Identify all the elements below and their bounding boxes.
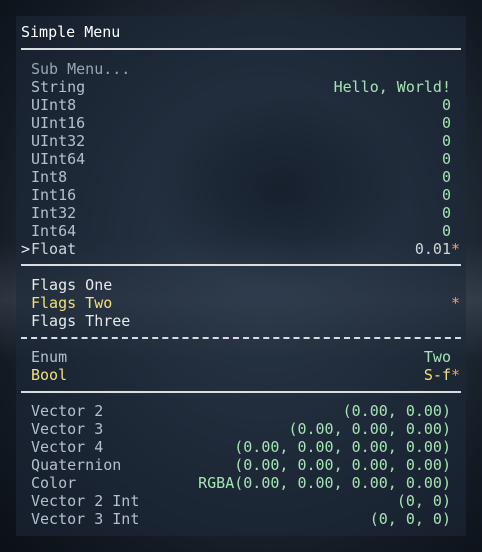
menu-item-value: 0 — [441, 132, 451, 150]
menu-item-enum[interactable]: Enum Two — [21, 348, 461, 366]
menu-item-label: Float — [31, 240, 77, 258]
menu-item-label: Flags One — [31, 276, 113, 294]
menu-item-value: 0 — [441, 150, 451, 168]
menu-item-label: Enum — [31, 348, 68, 366]
menu-item-vector-3-int[interactable]: Vector 3 Int (0, 0, 0) — [21, 510, 461, 528]
menu-item-value: 0 — [441, 222, 451, 240]
menu-item-value: (0.00, 0.00, 0.00, 0.00) — [234, 438, 451, 456]
menu-item-bool[interactable]: Bool S-f * — [21, 366, 461, 384]
menu-item-label: Vector 3 — [31, 420, 104, 438]
menu-item-label: Color — [31, 474, 77, 492]
menu-item-label: Int8 — [31, 168, 68, 186]
menu-item-uint32[interactable]: UInt32 0 — [21, 132, 461, 150]
menu-item-label: Int16 — [31, 186, 77, 204]
menu-item-label: Quaternion — [31, 456, 122, 474]
menu-item-flags-three[interactable]: Flags Three — [21, 312, 461, 330]
menu-item-int8[interactable]: Int8 0 — [21, 168, 461, 186]
menu-item-uint8[interactable]: UInt8 0 — [21, 96, 461, 114]
menu-item-value: S-f — [423, 366, 451, 384]
menu-item-label: Int64 — [31, 222, 77, 240]
menu-item-label: UInt8 — [31, 96, 77, 114]
menu-item-label: Flags Two — [31, 294, 113, 312]
menu-item-value: (0, 0, 0) — [369, 510, 451, 528]
menu-item-string[interactable]: String Hello, World! — [21, 78, 461, 96]
section-divider — [21, 391, 461, 393]
menu-item-vector-4[interactable]: Vector 4 (0.00, 0.00, 0.00, 0.00) — [21, 438, 461, 456]
modified-marker: * — [451, 366, 461, 384]
menu-item-flags-one[interactable]: Flags One — [21, 276, 461, 294]
menu-item-value: (0.00, 0.00) — [342, 402, 451, 420]
menu-item-label: Vector 4 — [31, 438, 104, 456]
menu-title: Simple Menu — [21, 23, 121, 41]
menu-item-value: 0 — [441, 186, 451, 204]
title-divider — [21, 48, 461, 50]
menu-item-int16[interactable]: Int16 0 — [21, 186, 461, 204]
menu-item-int32[interactable]: Int32 0 — [21, 204, 461, 222]
modified-marker: * — [451, 294, 461, 312]
menu-item-value: Hello, World! — [333, 78, 451, 96]
menu-item-quaternion[interactable]: Quaternion (0.00, 0.00, 0.00, 0.00) — [21, 456, 461, 474]
menu-item-label: Int32 — [31, 204, 77, 222]
menu-item-value: RGBA(0.00, 0.00, 0.00, 0.00) — [198, 474, 451, 492]
menu-item-uint64[interactable]: UInt64 0 — [21, 150, 461, 168]
menu-item-label: Vector 3 Int — [31, 510, 140, 528]
menu-item-vector-3[interactable]: Vector 3 (0.00, 0.00, 0.00) — [21, 420, 461, 438]
flags-divider — [21, 337, 461, 339]
menu-item-flags-two[interactable]: Flags Two * — [21, 294, 461, 312]
menu-item-uint16[interactable]: UInt16 0 — [21, 114, 461, 132]
modified-marker: * — [451, 240, 461, 258]
menu-item-value: 0 — [441, 114, 451, 132]
section-divider — [21, 264, 461, 266]
simple-menu-panel: Simple Menu Sub Menu... String Hello, Worl… — [16, 16, 466, 536]
menu-item-label: Flags Three — [31, 312, 131, 330]
menu-item-label: Vector 2 Int — [31, 492, 140, 510]
menu-item-vector-2-int[interactable]: Vector 2 Int (0, 0) — [21, 492, 461, 510]
menu-item-value: 0 — [441, 204, 451, 222]
menu-item-value: (0.00, 0.00, 0.00) — [288, 420, 451, 438]
menu-item-value: 0.01 — [414, 240, 451, 258]
menu-item-label: UInt32 — [31, 132, 86, 150]
menu-item-sub-menu[interactable]: Sub Menu... — [21, 60, 461, 78]
menu-item-label: String — [31, 78, 86, 96]
menu-item-color[interactable]: Color RGBA(0.00, 0.00, 0.00, 0.00) — [21, 474, 461, 492]
menu-item-label: UInt16 — [31, 114, 86, 132]
menu-item-vector-2[interactable]: Vector 2 (0.00, 0.00) — [21, 402, 461, 420]
menu-item-label: Sub Menu... — [31, 60, 131, 78]
menu-item-value: (0, 0) — [396, 492, 451, 510]
menu-item-value: 0 — [441, 168, 451, 186]
menu-item-label: UInt64 — [31, 150, 86, 168]
menu-item-value: (0.00, 0.00, 0.00, 0.00) — [234, 456, 451, 474]
menu-item-int64[interactable]: Int64 0 — [21, 222, 461, 240]
menu-item-value: Two — [423, 348, 451, 366]
menu-item-value: 0 — [441, 96, 451, 114]
menu-item-float[interactable]: > Float 0.01 * — [21, 240, 461, 258]
menu-item-label: Bool — [31, 366, 68, 384]
menu-item-label: Vector 2 — [31, 402, 104, 420]
menu-cursor: > — [21, 240, 31, 258]
